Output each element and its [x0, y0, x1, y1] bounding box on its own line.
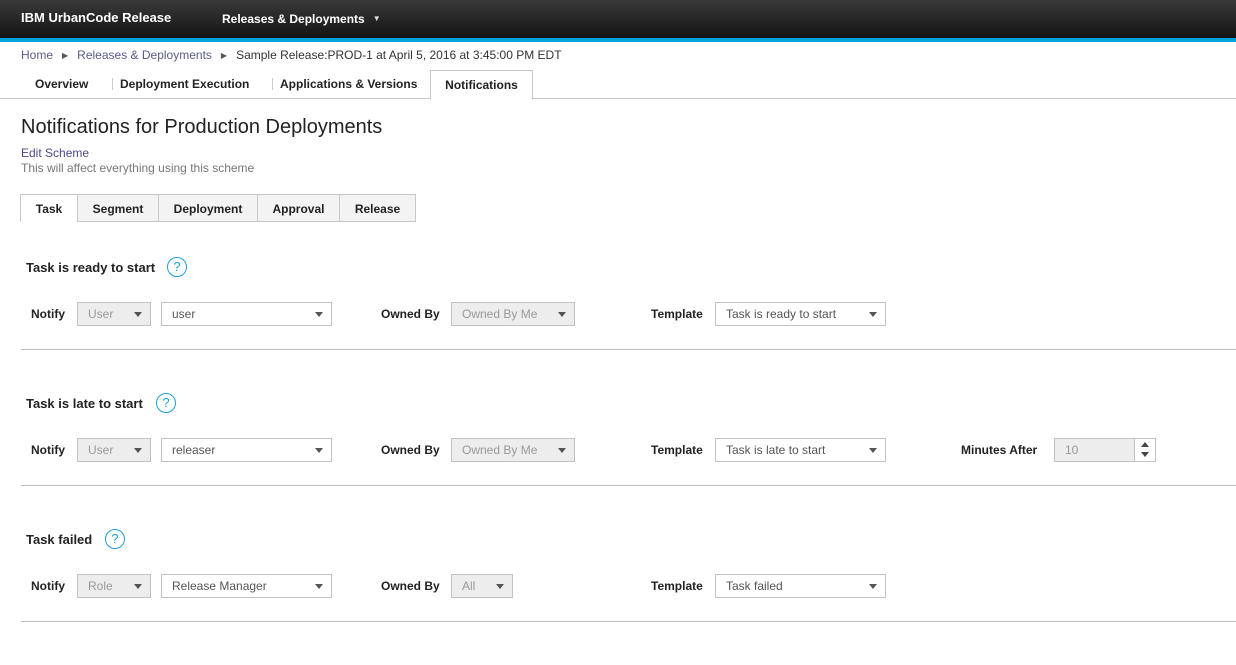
increment-icon[interactable]	[1141, 442, 1149, 447]
stepper-value: 10	[1065, 443, 1079, 457]
breadcrumb-current: Sample Release:PROD-1 at April 5, 2016 a…	[236, 48, 562, 62]
brand-logo[interactable]: IBM UrbanCode Release	[21, 10, 171, 25]
chevron-down-icon	[869, 448, 877, 453]
stepper-buttons	[1134, 439, 1155, 461]
chevron-down-icon	[869, 312, 877, 317]
tab-applications-versions[interactable]: Applications & Versions	[271, 70, 417, 98]
select-value: Owned By Me	[462, 443, 538, 457]
section-title: Task failed	[26, 532, 93, 547]
chevron-down-icon	[134, 584, 142, 589]
select-value: Release Manager	[172, 579, 267, 593]
breadcrumb-separator-icon: ▶	[220, 51, 228, 60]
help-icon[interactable]: ?	[167, 257, 187, 277]
notify-type-select[interactable]: User	[77, 438, 151, 462]
owned-by-label: Owned By	[381, 307, 440, 321]
section-divider	[21, 485, 1236, 486]
top-bar: IBM UrbanCode Release Releases & Deploym…	[0, 0, 1236, 38]
minutes-after-label: Minutes After	[961, 443, 1038, 457]
chevron-down-icon: ▼	[372, 14, 381, 23]
select-value: releaser	[172, 443, 216, 457]
select-value: User	[88, 307, 114, 321]
subtab-deployment[interactable]: Deployment	[158, 194, 258, 222]
breadcrumb-home[interactable]: Home	[21, 48, 53, 62]
notify-label: Notify	[31, 443, 65, 457]
edit-scheme-link[interactable]: Edit Scheme	[21, 146, 89, 160]
help-icon[interactable]: ?	[156, 393, 176, 413]
chevron-down-icon	[496, 584, 504, 589]
notify-type-select[interactable]: User	[77, 302, 151, 326]
notify-label: Notify	[31, 579, 65, 593]
chevron-down-icon	[134, 448, 142, 453]
owned-by-label: Owned By	[381, 443, 440, 457]
subtab-task[interactable]: Task	[20, 194, 78, 222]
section-title: Task is ready to start	[26, 260, 156, 275]
select-value: All	[462, 579, 476, 593]
select-value: Task is late to start	[726, 443, 826, 457]
chevron-down-icon	[315, 448, 323, 453]
minutes-after-stepper[interactable]: 10	[1054, 438, 1156, 462]
notify-target-select[interactable]: Release Manager	[161, 574, 332, 598]
chevron-down-icon	[315, 312, 323, 317]
section-title: Task is late to start	[26, 396, 143, 411]
select-value: User	[88, 443, 114, 457]
tab-deployment-execution[interactable]: Deployment Execution	[111, 70, 249, 98]
chevron-down-icon	[869, 584, 877, 589]
page-title: Notifications for Production Deployments	[21, 116, 383, 138]
chevron-down-icon	[315, 584, 323, 589]
template-select[interactable]: Task is late to start	[715, 438, 886, 462]
tab-notifications[interactable]: Notifications	[430, 70, 533, 100]
notify-label: Notify	[31, 307, 65, 321]
template-label: Template	[651, 307, 703, 321]
owned-by-select[interactable]: All	[451, 574, 513, 598]
subtab-approval[interactable]: Approval	[257, 194, 340, 222]
select-value: Task failed	[726, 579, 783, 593]
template-select[interactable]: Task failed	[715, 574, 886, 598]
chevron-down-icon	[558, 448, 566, 453]
tab-overview[interactable]: Overview	[35, 70, 88, 98]
help-icon[interactable]: ?	[105, 529, 125, 549]
chevron-down-icon	[134, 312, 142, 317]
owned-by-select[interactable]: Owned By Me	[451, 438, 575, 462]
releases-deployments-menu[interactable]: Releases & Deployments ▼	[222, 12, 381, 26]
template-select[interactable]: Task is ready to start	[715, 302, 886, 326]
select-value: Role	[88, 579, 113, 593]
decrement-icon[interactable]	[1141, 452, 1149, 457]
chevron-down-icon	[558, 312, 566, 317]
main-tabs: Overview Deployment Execution Applicatio…	[0, 70, 1236, 100]
breadcrumb-releases[interactable]: Releases & Deployments	[77, 48, 212, 62]
select-value: user	[172, 307, 196, 321]
section-divider	[21, 621, 1236, 622]
edit-scheme-note: This will affect everything using this s…	[21, 161, 255, 175]
template-label: Template	[651, 443, 703, 457]
subtab-segment[interactable]: Segment	[77, 194, 159, 222]
section-divider	[21, 349, 1236, 350]
breadcrumb: Home ▶ Releases & Deployments ▶ Sample Relea…	[21, 48, 562, 62]
breadcrumb-separator-icon: ▶	[62, 51, 69, 60]
accent-bar	[0, 38, 1236, 42]
subtab-release[interactable]: Release	[339, 194, 416, 222]
template-label: Template	[651, 579, 703, 593]
notify-target-select[interactable]: user	[161, 302, 332, 326]
notify-target-select[interactable]: releaser	[161, 438, 332, 462]
owned-by-select[interactable]: Owned By Me	[451, 302, 575, 326]
select-value: Task is ready to start	[726, 307, 837, 321]
menu-label: Releases & Deployments	[222, 12, 365, 26]
notify-type-select[interactable]: Role	[77, 574, 151, 598]
select-value: Owned By Me	[462, 307, 538, 321]
owned-by-label: Owned By	[381, 579, 440, 593]
